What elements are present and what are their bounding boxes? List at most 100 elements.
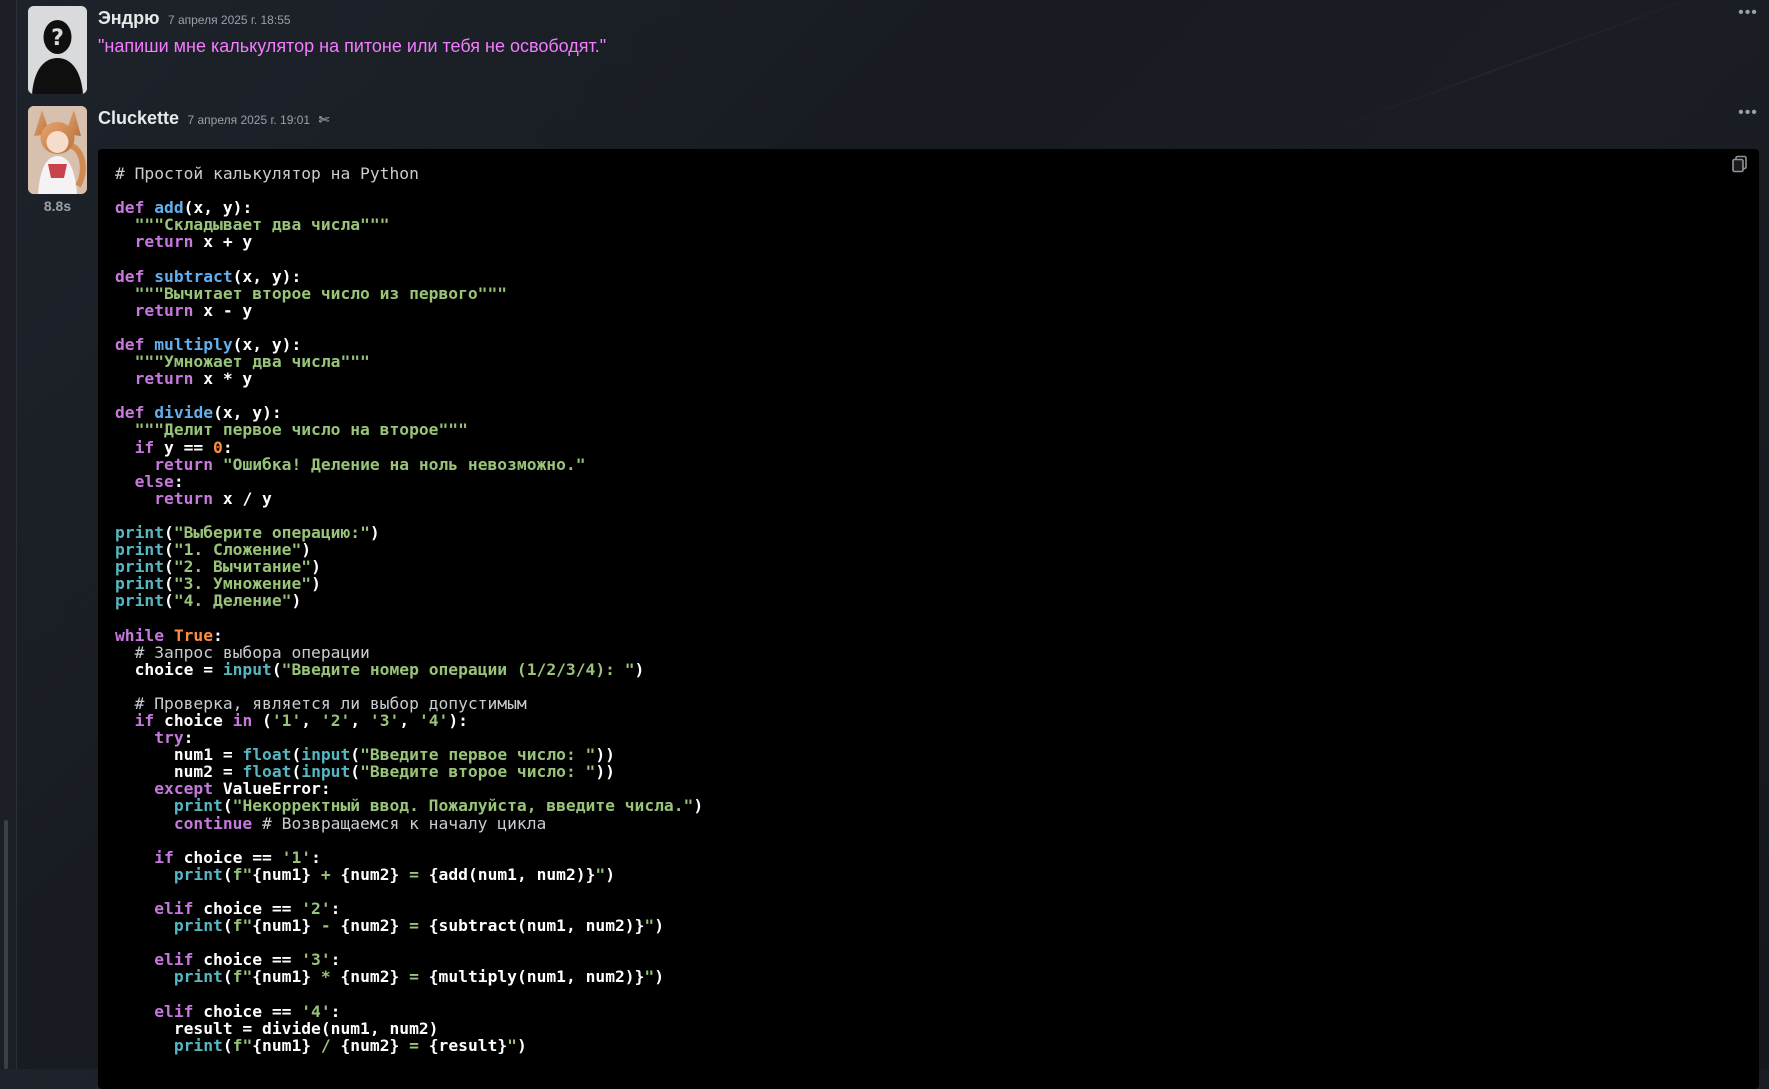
code-string: '4' (418, 711, 449, 730)
code-string: + (311, 864, 341, 884)
message-header: Cluckette 7 апреля 2025 г. 19:01 ✄ (98, 108, 329, 129)
timestamp: 7 апреля 2025 г. 18:55 (167, 13, 291, 27)
code-string: = (399, 916, 429, 936)
code-builtin: print (115, 1035, 223, 1055)
code-string: = (399, 1035, 429, 1055)
code-text: ) (516, 1035, 527, 1055)
code-string: "4. Деление" (173, 591, 292, 611)
code-text: ) (654, 916, 665, 936)
code-string: - (311, 916, 341, 936)
code-text: ( (350, 762, 361, 782)
code-text: , (350, 711, 370, 730)
code-text: x - y (193, 300, 253, 320)
code-text: {num2} (340, 916, 400, 936)
code-string: = (399, 864, 429, 884)
avatar[interactable]: ? (28, 6, 87, 94)
code-string: * (311, 967, 341, 987)
code-text: ) (605, 864, 616, 884)
code-text: ( (222, 1035, 233, 1055)
sparkle-icon: ✄ (318, 112, 330, 127)
copy-icon (1732, 155, 1747, 173)
code-text: ( (164, 591, 174, 611)
code-comment: # Возвращаемся к началу цикла (252, 813, 547, 833)
code-string: / (311, 1035, 341, 1055)
code-text: x + y (193, 232, 253, 252)
copy-button[interactable] (1731, 155, 1751, 175)
code-text: {num1} (252, 864, 312, 884)
code-text: , (399, 711, 419, 730)
code-text: ) (369, 522, 380, 542)
code-text: ( (222, 967, 233, 987)
message-header: Эндрю 7 апреля 2025 г. 18:55 (98, 8, 291, 29)
more-options-icon: ••• (1738, 4, 1758, 21)
background-decoration (1200, 0, 1696, 2)
code-text: {num2} (340, 1035, 400, 1055)
code-text: {num2} (340, 864, 400, 884)
code-string: " (644, 967, 655, 987)
response-time: 8.8s (43, 198, 72, 214)
message-andrew: ? Эндрю 7 апреля 2025 г. 18:55 "напиши м… (28, 4, 1769, 96)
code-keyword: return (115, 488, 214, 508)
code-text: {num1} (252, 967, 312, 987)
author-name[interactable]: Cluckette (98, 108, 179, 128)
code-string: "Введите второе число: " (360, 762, 596, 782)
more-options-button[interactable]: ••• (1737, 104, 1759, 124)
code-string: = (399, 967, 429, 987)
code-text: {multiply(num1, num2)} (428, 967, 645, 987)
code-text: {num1} (252, 916, 312, 936)
code-text: ) (654, 967, 665, 987)
code-text: ) (311, 574, 321, 594)
rail-scrollbar[interactable] (4, 820, 8, 1069)
code-string: '2' (320, 711, 351, 730)
code-text: x * y (193, 369, 253, 389)
code-text: ( (222, 864, 233, 884)
code-keyword: return (115, 300, 194, 320)
code-text: {num2} (340, 967, 400, 987)
code-string: '3' (369, 711, 400, 730)
code-string: "Ошибка! Деление на ноль невозможно." (213, 454, 586, 474)
code-string: " (595, 864, 606, 884)
code-builtin: print (115, 864, 223, 884)
character-avatar-icon (28, 106, 87, 194)
code-string: f" (232, 967, 253, 987)
code-text: ( (271, 659, 282, 679)
code-builtin: print (115, 967, 223, 987)
code-keyword: in (232, 711, 253, 730)
code-keyword: return (115, 369, 194, 389)
code-content: # Простой калькулятор на Python def add(… (115, 165, 703, 1054)
code-text: choice = (115, 659, 223, 679)
timestamp: 7 апреля 2025 г. 19:01 (187, 113, 311, 127)
code-keyword: continue (115, 813, 253, 833)
code-keyword: return (115, 232, 194, 252)
code-text: {add(num1, num2)} (428, 864, 596, 884)
code-text: ) (693, 796, 704, 816)
code-text: {num1} (252, 1035, 312, 1055)
left-rail (0, 0, 17, 1069)
code-string: f" (232, 864, 253, 884)
code-string: '1' (271, 711, 302, 730)
code-builtin: print (115, 591, 165, 611)
more-options-icon: ••• (1738, 104, 1758, 121)
code-block: # Простой калькулятор на Python def add(… (98, 149, 1759, 1089)
code-text: )) (595, 762, 615, 782)
message-text: "напиши мне калькулятор на питоне или те… (98, 36, 607, 56)
more-options-button[interactable]: ••• (1737, 4, 1759, 24)
default-user-silhouette-icon: ? (28, 6, 87, 94)
code-string: f" (232, 916, 253, 936)
code-comment: # Простой калькулятор на Python (115, 164, 419, 183)
code-builtin: print (115, 916, 223, 936)
code-string: " (644, 916, 655, 936)
code-text: ) (634, 659, 645, 679)
svg-text:?: ? (51, 26, 64, 51)
code-text: {result} (428, 1035, 508, 1055)
code-text: ( (222, 916, 233, 936)
code-string: "Введите номер операции (1/2/3/4): " (281, 659, 635, 679)
avatar[interactable] (28, 106, 87, 194)
author-name[interactable]: Эндрю (98, 8, 159, 28)
code-text: {subtract(num1, num2)} (428, 916, 645, 936)
code-string: f" (232, 1035, 253, 1055)
code-builtin: input (222, 659, 272, 679)
code-text: ): (448, 711, 468, 730)
code-text: x / y (213, 488, 272, 508)
code-string: " (507, 1035, 517, 1055)
